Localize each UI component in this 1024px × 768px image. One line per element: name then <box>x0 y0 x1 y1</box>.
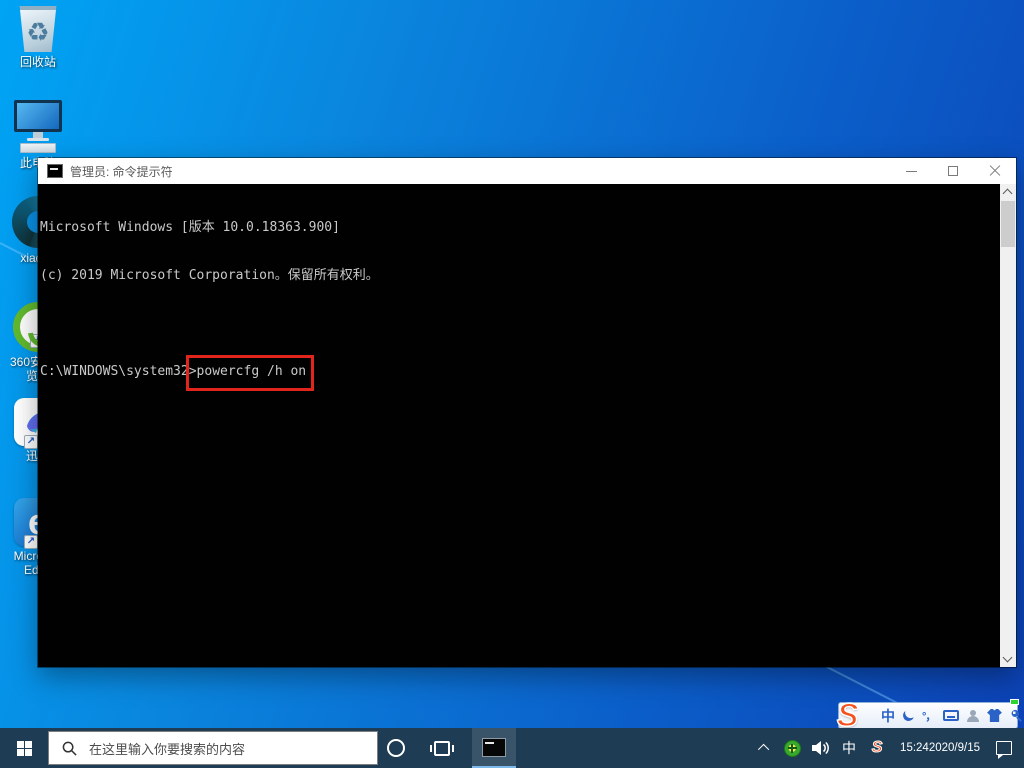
terminal-output[interactable]: Microsoft Windows [版本 10.0.18363.900] (c… <box>38 184 1016 667</box>
speaker-icon <box>812 740 831 756</box>
desktop-icon-recycle-bin[interactable]: ♻ 回收站 <box>2 6 74 69</box>
tray-sogou-button[interactable]: S <box>862 728 892 768</box>
minimize-icon <box>906 171 917 172</box>
desktop: ♻ 回收站 此电脑 xiaoba ↗ 360安全浏 览器 ↗ 迅 <box>0 0 1024 768</box>
system-tray: 中 S 15:24 2020/9/15 <box>752 728 1024 768</box>
account-person-icon[interactable] <box>967 710 979 722</box>
sogou-tray-icon: S <box>872 739 883 757</box>
soft-keyboard-icon[interactable] <box>943 710 959 721</box>
minimize-button[interactable] <box>890 158 932 184</box>
taskbar-search-input[interactable]: 在这里输入你要搜索的内容 <box>48 731 378 765</box>
windows-logo-icon <box>17 741 32 756</box>
terminal-scrollbar[interactable] <box>1000 184 1016 667</box>
taskbar-clock[interactable]: 15:24 2020/9/15 <box>892 728 988 768</box>
recycle-bin-icon: ♻ <box>2 6 74 52</box>
shortcut-arrow-icon: ↗ <box>24 535 38 549</box>
shortcut-arrow-icon: ↗ <box>24 435 38 449</box>
clock-date: 2020/9/15 <box>929 741 980 755</box>
scroll-up-icon[interactable] <box>1003 189 1013 199</box>
sogou-status-indicator <box>1010 699 1019 705</box>
window-title: 管理员: 命令提示符 <box>70 163 173 180</box>
skin-tshirt-icon[interactable] <box>987 709 1002 722</box>
terminal-prompt: C:\WINDOWS\system32> <box>40 364 197 379</box>
start-button[interactable] <box>0 728 48 768</box>
cortana-button[interactable] <box>378 728 414 768</box>
maximize-button[interactable] <box>932 158 974 184</box>
tray-ime-indicator[interactable]: 中 <box>836 728 862 768</box>
action-center-button[interactable] <box>988 728 1020 768</box>
scrollbar-thumb[interactable] <box>1001 201 1015 247</box>
maximize-icon <box>948 166 958 176</box>
task-view-button[interactable] <box>420 728 464 768</box>
scroll-down-icon[interactable] <box>1003 653 1013 663</box>
cmd-window-icon <box>47 164 63 178</box>
tray-volume-button[interactable] <box>806 728 836 768</box>
search-placeholder: 在这里输入你要搜索的内容 <box>89 739 245 758</box>
action-center-icon <box>996 741 1012 755</box>
punctuation-mode-icon[interactable]: °， <box>922 708 935 724</box>
fullwidth-moon-icon[interactable] <box>903 710 914 721</box>
360-tray-icon <box>784 740 801 757</box>
cmd-app-icon <box>482 738 506 757</box>
search-icon <box>62 741 77 756</box>
chevron-up-icon <box>758 744 769 755</box>
tray-360-button[interactable] <box>778 728 806 768</box>
sogou-input-toolbar: S 中 °， <box>838 702 1018 729</box>
terminal-line: (c) 2019 Microsoft Corporation。保留所有权利。 <box>40 268 998 284</box>
settings-wrench-icon[interactable] <box>1010 709 1024 723</box>
terminal-prompt-line: C:\WINDOWS\system32>powercfg /h on <box>40 364 998 380</box>
this-pc-icon <box>2 100 74 153</box>
terminal-blank-line <box>40 316 998 332</box>
window-titlebar[interactable]: 管理员: 命令提示符 <box>38 158 1016 184</box>
close-icon <box>989 165 1001 177</box>
close-button[interactable] <box>974 158 1016 184</box>
tray-chevron-button[interactable] <box>752 728 778 768</box>
taskbar-cmd-button-active[interactable] <box>472 728 516 768</box>
terminal-command: powercfg /h on <box>197 364 307 379</box>
command-prompt-window: 管理员: 命令提示符 Microsoft Windows [版本 10.0.18… <box>38 158 1016 667</box>
cortana-circle-icon <box>387 739 405 757</box>
terminal-line: Microsoft Windows [版本 10.0.18363.900] <box>40 220 998 236</box>
clock-time: 15:24 <box>900 741 929 755</box>
desktop-icon-label: 回收站 <box>2 55 74 69</box>
sogou-logo-icon[interactable]: S <box>837 698 858 732</box>
taskbar: 在这里输入你要搜索的内容 中 S 15:24 <box>0 728 1024 768</box>
ime-chinese-mode-icon[interactable]: 中 <box>881 706 895 726</box>
task-view-icon <box>434 741 450 756</box>
